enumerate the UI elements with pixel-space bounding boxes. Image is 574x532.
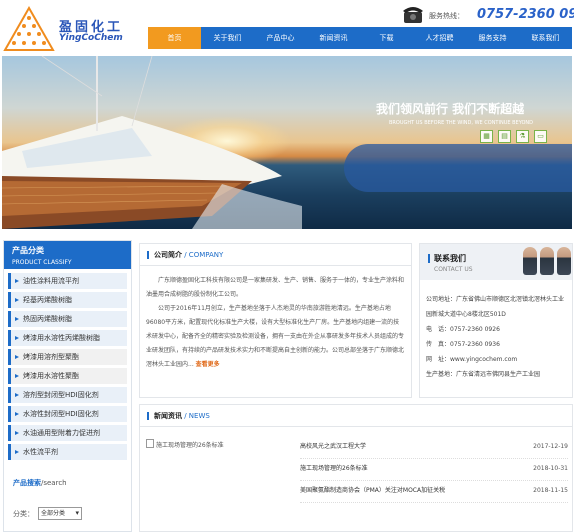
news-title-cn: 新闻资讯 [154,412,182,420]
sailboat-image [2,56,302,229]
telephone-icon [403,7,423,23]
logo-text-en: YingCoChem [59,33,123,43]
category-item[interactable]: 水性流平剂 [8,444,127,460]
agent-figure [557,247,571,275]
nav-news[interactable]: 新闻资讯 [307,27,360,49]
flask-icon[interactable]: ⚗ [516,130,529,143]
hero-banner: ▦ ▤ ⚗ ▭ [2,56,572,229]
category-item[interactable]: 水溶性封闭型HDI固化剂 [8,406,127,422]
sidebar-title-en: PRODUCT CLASSIFY [12,259,72,266]
company-title-cn: 公司简介 [154,251,182,259]
category-item[interactable]: 烤漆用水溶性丙烯酸树脂 [8,330,127,346]
category-item[interactable]: 溶剂型封闭型HDI固化剂 [8,387,127,403]
news-item-title[interactable]: 施工现场管理的26条标准 [300,459,368,480]
nav-contact[interactable]: 联系我们 [519,27,572,49]
news-item-title[interactable]: 美国聚氨酯制造商协会（PMA）关注对MOCA加征关税 [300,481,445,502]
hotline: 服务热线： 0757-2360 0926 [402,4,574,24]
company-title-en: / COMPANY [182,251,224,259]
banner-slogan-en: BROUGHT US BEFORE THE WIND, WE CONTINUE … [389,120,534,126]
news-panel: 新闻资讯 / NEWS 施工现场管理的26条标准 高校风光之武汉工程大学 201… [139,404,573,532]
category-item[interactable]: 水油通用型附着力促进剂 [8,425,127,441]
news-item[interactable]: 施工现场管理的26条标准 2018-10-31 [300,459,568,481]
product-search-row: 分类： 全部分类 [13,507,82,520]
category-item[interactable]: 烤漆用水溶性聚酯 [8,368,127,384]
category-item[interactable]: 热固丙烯酸树脂 [8,311,127,327]
category-item[interactable]: 羟基丙烯酸树脂 [8,292,127,308]
product-search-title: 产品搜索/search [13,478,131,488]
contact-address: 公司地址：广东省佛山市顺德区北滘镇北滘林头工业园新城大道中心8楼北区501D [426,296,565,318]
chart-icon[interactable]: ▤ [498,130,511,143]
company-paragraph-2: 公司于2016年11月创立，生产基地坐落于人杰地灵的华南旅游胜地清远。生产基地占… [146,302,405,372]
customer-service-agents-image [523,247,571,275]
grid-icon[interactable]: ▦ [480,130,493,143]
agent-figure [523,247,537,275]
category-item[interactable]: 油性涂料用流平剂 [8,273,127,289]
site-header: 盈固化工 YingCoChem 服务热线： 0757-2360 0926 首页 … [0,0,574,56]
search-category-label: 分类： [13,509,34,518]
news-item-date: 2018-10-31 [533,465,568,472]
sidebar-title: 产品分类 [12,246,44,255]
nav-download[interactable]: 下载 [360,27,413,49]
contact-factory: 生产基地：广东省清远市佛冈县生产工业园 [426,371,541,378]
document-icon[interactable]: ▭ [534,130,547,143]
contact-fax: 传 真：0757-2360 0936 [426,341,500,348]
company-intro-panel: 公司简介 / COMPANY 广东顺德盈固化工科技有限公司是一家集研发、生产、销… [139,243,412,398]
category-item[interactable]: 烤漆用溶剂型聚酯 [8,349,127,365]
company-paragraph-2-text: 公司于2016年11月创立，生产基地坐落于人杰地灵的华南旅游胜地清远。生产基地占… [146,305,405,368]
nav-about[interactable]: 关于我们 [201,27,254,49]
search-category-select[interactable]: 全部分类 [38,507,82,520]
nav-support[interactable]: 服务支持 [466,27,519,49]
company-paragraph: 广东顺德盈固化工科技有限公司是一家集研发、生产、销售、服务于一体的，专业生产涂料… [146,277,405,298]
slogan-box [344,144,572,192]
product-search-title-cn: 产品搜索 [13,479,41,487]
banner-icon-row: ▦ ▤ ⚗ ▭ [480,130,547,143]
agent-figure [540,247,554,275]
contact-panel: 联系我们 CONTACT US 公司地址：广东省佛山市顺德区北滘镇北滘林头工业园… [419,243,573,398]
news-section-title: 新闻资讯 / NEWS [140,405,572,427]
read-more-link[interactable]: 查看更多 [196,361,220,368]
logo[interactable]: 盈固化工 YingCoChem [3,5,138,52]
nav-careers[interactable]: 人才招聘 [413,27,466,49]
banner-slogan-cn: 我们领风前行 我们不断超越 [376,102,525,116]
sidebar-header: 产品分类 PRODUCT CLASSIFY [4,241,131,269]
nav-products[interactable]: 产品中心 [254,27,307,49]
news-thumbnail-broken-image[interactable]: 施工现场管理的26条标准 [146,439,286,453]
company-description: 广东顺德盈固化工科技有限公司是一家集研发、生产、销售、服务于一体的，专业生产涂料… [140,266,411,372]
contact-website[interactable]: 网 址：www.yingcochem.com [426,352,566,367]
news-item-date: 2018-11-15 [533,487,568,494]
contact-details: 公司地址：广东省佛山市顺德区北滘镇北滘林头工业园新城大道中心8楼北区501D 电… [420,280,572,382]
product-sidebar: 产品分类 PRODUCT CLASSIFY 油性涂料用流平剂 羟基丙烯酸树脂 热… [3,240,132,532]
contact-phone: 电 话：0757-2360 0926 [426,326,500,333]
hotline-label: 服务热线： [429,12,464,20]
product-search-title-en: /search [41,479,67,487]
contact-header: 联系我们 CONTACT US [420,244,572,280]
main-nav: 首页 关于我们 产品中心 新闻资讯 下载 人才招聘 服务支持 联系我们 [148,27,572,49]
news-item[interactable]: 美国聚氨酯制造商协会（PMA）关注对MOCA加征关税 2018-11-15 [300,481,568,503]
news-title-en: / NEWS [182,412,210,420]
category-list: 油性涂料用流平剂 羟基丙烯酸树脂 热固丙烯酸树脂 烤漆用水溶性丙烯酸树脂 烤漆用… [4,269,131,460]
nav-home[interactable]: 首页 [148,27,201,49]
news-item[interactable]: 高校风光之武汉工程大学 2017-12-19 [300,437,568,459]
news-list: 高校风光之武汉工程大学 2017-12-19 施工现场管理的26条标准 2018… [300,437,568,503]
hotline-number: 0757-2360 0926 [477,7,574,22]
logo-triangle-icon [3,5,55,51]
news-item-title[interactable]: 高校风光之武汉工程大学 [300,437,366,458]
news-item-date: 2017-12-19 [533,443,568,450]
company-section-title: 公司简介 / COMPANY [140,244,411,266]
